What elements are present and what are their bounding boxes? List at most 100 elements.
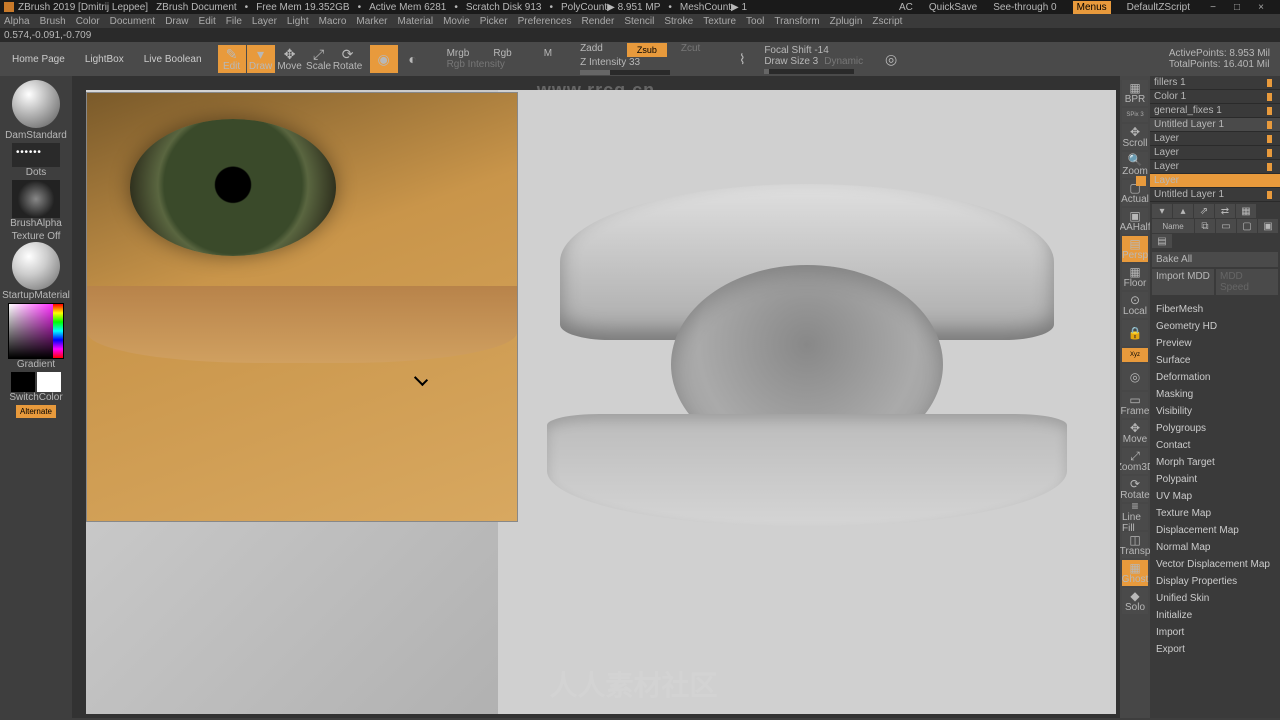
layer-row[interactable]: Layer	[1150, 174, 1280, 188]
local-button[interactable]: ⊙Local	[1122, 292, 1148, 318]
hue-strip[interactable]	[53, 304, 63, 358]
z-intensity-slider[interactable]: Z Intensity 33	[580, 57, 700, 68]
layer-row[interactable]: general_fixes 1	[1150, 104, 1280, 118]
zoom-button[interactable]: 🔍Zoom	[1122, 152, 1148, 178]
gizmo-button[interactable]: ◉	[370, 45, 398, 73]
menu-render[interactable]: Render	[582, 16, 615, 27]
panel-fibermesh[interactable]: FiberMesh	[1150, 301, 1280, 318]
edit-mode-button[interactable]: ✎Edit	[218, 45, 246, 73]
draw-size-slider[interactable]: Draw Size 3	[764, 56, 818, 67]
move-mode-button[interactable]: ✥Move	[276, 45, 304, 73]
layer-row[interactable]: Layer	[1150, 160, 1280, 174]
alpha-selector[interactable]: BrushAlpha	[6, 180, 66, 229]
panel-displacement-map[interactable]: Displacement Map	[1150, 522, 1280, 539]
live-boolean-button[interactable]: Live Boolean	[136, 50, 210, 69]
menu-edit[interactable]: Edit	[199, 16, 216, 27]
menu-picker[interactable]: Picker	[480, 16, 508, 27]
menu-light[interactable]: Light	[287, 16, 309, 27]
layer-share-button[interactable]: ⇗	[1194, 204, 1214, 218]
transp-button[interactable]: ◫Transp	[1122, 532, 1148, 558]
stroke-selector[interactable]: Dots	[6, 143, 66, 178]
reference-image[interactable]	[86, 92, 518, 522]
import-mdd-button[interactable]: Import MDD	[1152, 269, 1214, 295]
menu-preferences[interactable]: Preferences	[518, 16, 572, 27]
menu-texture[interactable]: Texture	[703, 16, 736, 27]
current-layer-field[interactable]: Untitled Layer 1	[1150, 188, 1280, 202]
menu-document[interactable]: Document	[110, 16, 156, 27]
layer-swap-button[interactable]: ⇄	[1215, 204, 1235, 218]
zadd-button[interactable]: Zadd	[580, 43, 603, 57]
persp-button[interactable]: ▤Persp	[1122, 236, 1148, 262]
scroll-button[interactable]: ✥Scroll	[1122, 124, 1148, 150]
panel-contact[interactable]: Contact	[1150, 437, 1280, 454]
switch-color-button[interactable]: SwitchColor	[9, 392, 62, 403]
layer-row[interactable]: Layer	[1150, 132, 1280, 146]
z-intensity-bar[interactable]	[580, 70, 670, 75]
layer-dup-button[interactable]: ⧉	[1195, 219, 1215, 233]
layer-row[interactable]: Untitled Layer 1	[1150, 118, 1280, 132]
brush-selector[interactable]: DamStandard	[6, 80, 66, 141]
lightbox-button[interactable]: LightBox	[77, 50, 132, 69]
layer-row[interactable]: fillers 1	[1150, 76, 1280, 90]
layer-name-button[interactable]: Name	[1152, 219, 1194, 233]
layer-opt1-button[interactable]: ▢	[1237, 219, 1257, 233]
ghost-button[interactable]: ▦Ghost	[1122, 560, 1148, 586]
viewport[interactable]: 人人素材社区	[86, 90, 1116, 714]
layer-up-button[interactable]: ▴	[1173, 204, 1193, 218]
panel-surface[interactable]: Surface	[1150, 352, 1280, 369]
rotate-mode-button[interactable]: ⟳Rotate	[334, 45, 362, 73]
menu-macro[interactable]: Macro	[319, 16, 347, 27]
panel-vector-displacement-map[interactable]: Vector Displacement Map	[1150, 556, 1280, 573]
panel-normal-map[interactable]: Normal Map	[1150, 539, 1280, 556]
panel-visibility[interactable]: Visibility	[1150, 403, 1280, 420]
menu-zplugin[interactable]: Zplugin	[830, 16, 863, 27]
mdd-speed-slider[interactable]: MDD Speed	[1216, 269, 1278, 295]
bpr-button[interactable]: ▦BPR	[1122, 80, 1148, 106]
focal-shift-slider[interactable]: Focal Shift -14	[764, 45, 863, 56]
menu-transform[interactable]: Transform	[774, 16, 819, 27]
frame-button[interactable]: ▭Frame	[1122, 392, 1148, 418]
menu-material[interactable]: Material	[398, 16, 434, 27]
default-zscript[interactable]: DefaultZScript	[1127, 2, 1190, 13]
panel-polypaint[interactable]: Polypaint	[1150, 471, 1280, 488]
zoom3d-button[interactable]: ⤢Zoom3D	[1122, 448, 1148, 474]
dynamic-toggle[interactable]: Dynamic	[824, 56, 863, 67]
color-picker[interactable]: Gradient SwitchColor Alternate	[6, 303, 66, 418]
draw-mode-button[interactable]: ▾Draw	[247, 45, 275, 73]
center-button[interactable]: ◎	[1122, 364, 1148, 390]
menu-draw[interactable]: Draw	[165, 16, 188, 27]
sculptris-button[interactable]: ◐	[399, 45, 427, 73]
layer-opt2-button[interactable]: ▣	[1258, 219, 1278, 233]
panel-unified-skin[interactable]: Unified Skin	[1150, 590, 1280, 607]
zcut-button[interactable]: Zcut	[681, 43, 700, 57]
secondary-color-swatch[interactable]	[11, 372, 35, 392]
texture-selector[interactable]: Texture OffStartupMaterial	[6, 231, 66, 301]
canvas-area[interactable]: www.rrcg.cn 人人素材社区	[72, 76, 1120, 718]
menu-brush[interactable]: Brush	[40, 16, 66, 27]
menu-alpha[interactable]: Alpha	[4, 16, 30, 27]
scale-mode-button[interactable]: ⤢Scale	[305, 45, 333, 73]
floor-button[interactable]: ▦Floor	[1122, 264, 1148, 290]
draw-size-bar[interactable]	[764, 69, 854, 74]
layer-down-button[interactable]: ▾	[1152, 204, 1172, 218]
lock-button[interactable]: 🔒	[1122, 320, 1148, 346]
panel-initialize[interactable]: Initialize	[1150, 607, 1280, 624]
linefill-button[interactable]: ≡Line Fill	[1122, 504, 1148, 530]
layer-opt3-button[interactable]: ▤	[1152, 234, 1172, 248]
menu-layer[interactable]: Layer	[252, 16, 277, 27]
menu-stroke[interactable]: Stroke	[664, 16, 693, 27]
move3d-button[interactable]: ✥Move	[1122, 420, 1148, 446]
rgb-button[interactable]: Rgb	[493, 48, 511, 59]
menu-zscript[interactable]: Zscript	[872, 16, 902, 27]
solo-button[interactable]: ◆Solo	[1122, 588, 1148, 614]
menu-tool[interactable]: Tool	[746, 16, 764, 27]
menu-stencil[interactable]: Stencil	[624, 16, 654, 27]
seethrough-slider[interactable]: See-through 0	[993, 2, 1056, 13]
menus-toggle[interactable]: Menus	[1073, 1, 1111, 14]
primary-color-swatch[interactable]	[37, 372, 61, 392]
menu-movie[interactable]: Movie	[443, 16, 470, 27]
aahalf-button[interactable]: ▣AAHalf	[1122, 208, 1148, 234]
spix-slider[interactable]: SPix 3	[1122, 108, 1148, 122]
mrgb-button[interactable]: Mrgb	[447, 48, 470, 59]
menu-marker[interactable]: Marker	[356, 16, 387, 27]
